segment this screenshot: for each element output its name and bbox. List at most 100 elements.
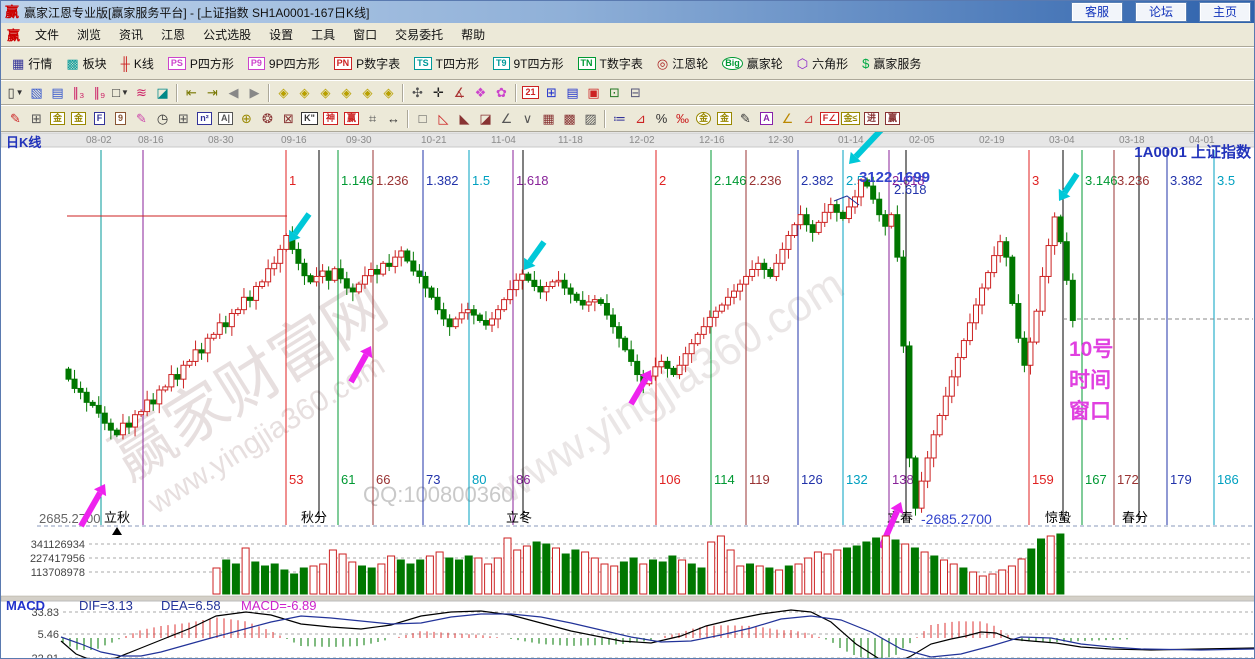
f-angle-icon[interactable]: F∠ — [819, 109, 840, 128]
j-angle-icon[interactable]: ⊿ — [798, 109, 819, 128]
hexagon-button[interactable]: ⬡六角形 — [790, 52, 855, 76]
price-scale-icon[interactable]: ≔ — [609, 109, 630, 128]
window-box-icon[interactable]: □ — [412, 109, 433, 128]
bars-3-icon[interactable]: ∥₃ — [68, 83, 89, 102]
k-mark-icon[interactable]: K" — [299, 109, 320, 128]
candle-body — [459, 313, 464, 319]
nav-prev-button[interactable]: ◀ — [223, 83, 244, 102]
menu-item-8[interactable]: 交易委托 — [386, 23, 452, 46]
menu-item-2[interactable]: 资讯 — [110, 23, 152, 46]
ruler-123-icon[interactable]: ⌗ — [362, 109, 383, 128]
crosshair-icon[interactable]: ✛ — [428, 83, 449, 102]
t9-square-button[interactable]: T99T四方形 — [486, 52, 571, 76]
nav-next-button[interactable]: ▶ — [244, 83, 265, 102]
forum-button[interactable]: 论坛 — [1136, 3, 1186, 21]
gann-diamond-right-icon[interactable]: ◈ — [294, 83, 315, 102]
nav-last-button[interactable]: ⇥ — [202, 83, 223, 102]
jin-angle-icon[interactable]: 进 — [861, 109, 882, 128]
kline-button[interactable]: ╫K线 — [114, 52, 161, 76]
diag-lines-icon[interactable]: ▨ — [580, 109, 601, 128]
hash-grid-icon[interactable]: ⊞ — [173, 109, 194, 128]
customer-service-button[interactable]: 客服 — [1072, 3, 1122, 21]
gold-angle-icon[interactable]: ∠ — [777, 109, 798, 128]
draw-pen-icon[interactable]: ✎ — [5, 109, 26, 128]
big-grid2-icon[interactable]: ▩ — [559, 109, 580, 128]
print-icon[interactable]: ⊟ — [625, 83, 646, 102]
gann-diamond-star-icon[interactable]: ◈ — [357, 83, 378, 102]
notepad-icon[interactable]: ▤ — [562, 83, 583, 102]
gold-lines-icon[interactable]: 金≤ — [840, 109, 861, 128]
quotes-button[interactable]: ▦行情 — [5, 52, 59, 76]
winner-service-button[interactable]: $赢家服务 — [855, 52, 928, 76]
angle-line-icon[interactable]: ∠ — [496, 109, 517, 128]
n-square-icon[interactable]: n² — [194, 109, 215, 128]
shen-grid-icon[interactable]: 神 — [320, 109, 341, 128]
box-fan-icon[interactable]: ◪ — [475, 109, 496, 128]
save-icon[interactable]: ▣ — [583, 83, 604, 102]
h-span-icon[interactable]: ↔ — [383, 109, 404, 128]
price-pen-icon[interactable]: ✎ — [735, 109, 756, 128]
gann-diamond-left-icon[interactable]: ◈ — [273, 83, 294, 102]
p-square-button[interactable]: PSP四方形 — [161, 52, 241, 76]
percent-icon[interactable]: % — [651, 109, 672, 128]
sectors-button[interactable]: ▩板块 — [59, 52, 113, 76]
menu-item-0[interactable]: 文件 — [26, 23, 68, 46]
grid-tool-icon[interactable]: ⊞ — [26, 109, 47, 128]
menu-item-5[interactable]: 设置 — [260, 23, 302, 46]
gann-fan-icon[interactable]: ◣ — [454, 109, 475, 128]
candle-tool-dropdown[interactable]: □▼ — [110, 83, 131, 102]
bars-9-icon[interactable]: ∥₉ — [89, 83, 110, 102]
chart-style-dropdown[interactable]: ▯▼ — [5, 83, 26, 102]
stat-chart-icon[interactable]: ◪ — [152, 83, 173, 102]
menu-item-9[interactable]: 帮助 — [452, 23, 494, 46]
clock-cycle-icon[interactable]: ◷ — [152, 109, 173, 128]
winner-wheel-button[interactable]: Big赢家轮 — [715, 52, 790, 76]
draw-pen2-icon[interactable]: ✎ — [131, 109, 152, 128]
ying-angle-icon[interactable]: 赢 — [882, 109, 903, 128]
gold-line-icon[interactable]: 金 — [714, 109, 735, 128]
angle-measure-icon[interactable]: ∡ — [449, 83, 470, 102]
p-number-table-button[interactable]: PNP数字表 — [327, 52, 408, 76]
gold-grid-icon[interactable]: 金 — [47, 109, 68, 128]
p9-square-button[interactable]: P99P四方形 — [241, 52, 327, 76]
compass-icon[interactable]: ⊕ — [236, 109, 257, 128]
nav-first-button[interactable]: ⇤ — [181, 83, 202, 102]
menu-item-7[interactable]: 窗口 — [344, 23, 386, 46]
ying-grid-icon[interactable]: 赢 — [341, 109, 362, 128]
big-grid-icon[interactable]: ▦ — [538, 109, 559, 128]
zigzag-icon[interactable]: ≋ — [131, 83, 152, 102]
gann-diamond-h-icon[interactable]: ◈ — [315, 83, 336, 102]
gann-web-icon[interactable]: ✿ — [491, 83, 512, 102]
gann-diamond-all-icon[interactable]: ◈ — [378, 83, 399, 102]
spiral-9-icon[interactable]: 9 — [110, 109, 131, 128]
pan-hand-icon[interactable]: ✣ — [407, 83, 428, 102]
pattern-tool-icon[interactable]: ▧ — [26, 83, 47, 102]
gann-diamond-x-icon[interactable]: ◈ — [336, 83, 357, 102]
gold-grid2-icon[interactable]: 金 — [68, 109, 89, 128]
calendar-icon[interactable]: 21 — [520, 83, 541, 102]
menu-item-3[interactable]: 江恩 — [152, 23, 194, 46]
t-square-button[interactable]: TST四方形 — [407, 52, 486, 76]
gold-circle-icon[interactable]: 金 — [693, 109, 714, 128]
v-line-icon[interactable]: ∨ — [517, 109, 538, 128]
gann-wheel-button[interactable]: ◎江恩轮 — [650, 52, 715, 76]
export-icon[interactable]: ⊡ — [604, 83, 625, 102]
menu-item-4[interactable]: 公式选股 — [194, 23, 260, 46]
f-grid-icon[interactable]: F — [89, 109, 110, 128]
candle-body — [405, 251, 410, 261]
home-button[interactable]: 主页 — [1200, 3, 1250, 21]
chart-canvas[interactable]: 08-0208-1608-3009-1609-3010-2111-0411-18… — [1, 132, 1255, 659]
calculator-icon[interactable]: ⊞ — [541, 83, 562, 102]
gann-box-icon[interactable]: ❖ — [470, 83, 491, 102]
wheel-icon[interactable]: ❂ — [257, 109, 278, 128]
menu-item-1[interactable]: 浏览 — [68, 23, 110, 46]
a-fan-icon[interactable]: A — [756, 109, 777, 128]
t-number-table-button[interactable]: TNT数字表 — [571, 52, 650, 76]
clipboard-icon[interactable]: ▤ — [47, 83, 68, 102]
menu-item-6[interactable]: 工具 — [302, 23, 344, 46]
percent-line-icon[interactable]: ‰ — [672, 109, 693, 128]
angle-percent-icon[interactable]: ⊿ — [630, 109, 651, 128]
square-wheel-icon[interactable]: ⊠ — [278, 109, 299, 128]
gann-rays-icon[interactable]: ◺ — [433, 109, 454, 128]
a-line-icon[interactable]: A| — [215, 109, 236, 128]
